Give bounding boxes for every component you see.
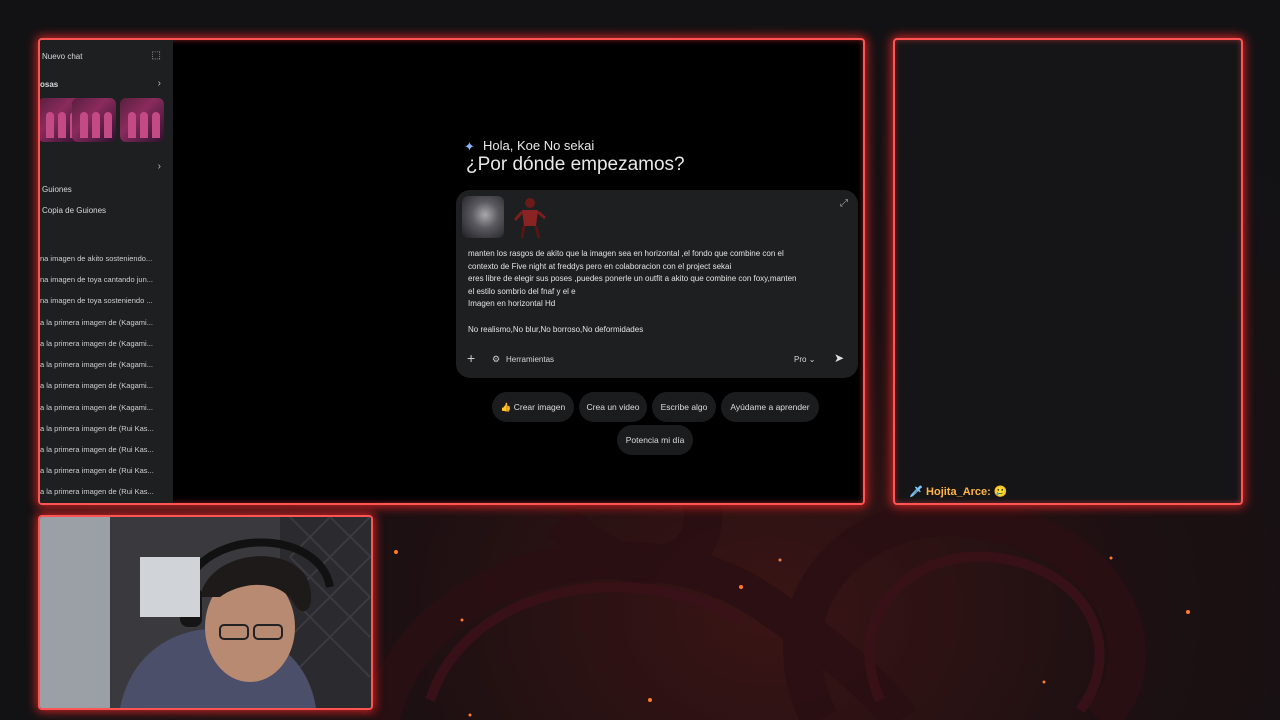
chevron-right-icon[interactable]: › bbox=[158, 78, 161, 89]
history-item[interactable]: a la primera imagen de (Rui Kas... bbox=[40, 487, 170, 496]
section-label: osas bbox=[40, 80, 59, 89]
chevron-right-icon[interactable]: › bbox=[158, 161, 161, 172]
chip-label: Escribe algo bbox=[660, 402, 708, 412]
history-item[interactable]: a la primera imagen de (Rui Kas... bbox=[40, 466, 170, 475]
chip-label: Ayúdame a aprender bbox=[730, 402, 810, 412]
screen-capture-frame: Nuevo chat ⬚ osas › › Guiones Copia de G… bbox=[38, 38, 865, 505]
image-thumbnail[interactable] bbox=[120, 98, 164, 142]
history-item[interactable]: a la primera imagen de (Kagami... bbox=[40, 318, 170, 327]
history-item[interactable]: na imagen de akito sosteniendo... bbox=[40, 254, 170, 263]
chip-boost-day[interactable]: Potencia mi día bbox=[617, 425, 693, 455]
prompt-line: No realismo,No blur,No borroso,No deform… bbox=[468, 324, 644, 334]
chevron-down-icon: ⌄ bbox=[808, 355, 816, 364]
gemini-sparkle-icon: ✦ bbox=[464, 139, 475, 154]
chip-label: Crea un video bbox=[586, 402, 640, 412]
thumbs-up-icon: 👍 bbox=[500, 401, 512, 412]
gem-item[interactable]: Guiones bbox=[42, 185, 72, 194]
attached-image[interactable] bbox=[512, 194, 548, 240]
chip-label: Potencia mi día bbox=[625, 435, 685, 445]
tools-icon[interactable]: ⚙ bbox=[492, 354, 500, 365]
history-item[interactable]: na imagen de toya sosteniendo ... bbox=[40, 296, 170, 305]
history-item[interactable]: a la primera imagen de (Kagami... bbox=[40, 360, 170, 369]
prompt-line: el estilo sombrio del fnaf y el e bbox=[468, 286, 576, 296]
history-item[interactable]: a la primera imagen de (Kagami... bbox=[40, 403, 170, 412]
history-item[interactable]: a la primera imagen de (Rui Kas... bbox=[40, 445, 170, 454]
tools-button[interactable]: Herramientas bbox=[506, 355, 554, 364]
new-chat-button[interactable]: Nuevo chat bbox=[42, 52, 82, 61]
chip-create-image[interactable]: 👍 Crear imagen bbox=[492, 392, 574, 422]
prompt-input[interactable]: manten los rasgos de akito que la imagen… bbox=[468, 248, 843, 336]
expand-icon[interactable]: ⤢ bbox=[840, 198, 848, 209]
chip-write[interactable]: Escribe algo bbox=[652, 392, 716, 422]
model-selector[interactable]: Pro ⌄ bbox=[794, 355, 815, 364]
prompt-line: eres libre de elegir sus poses ,puedes p… bbox=[468, 274, 797, 284]
sidebar: Nuevo chat ⬚ osas › › Guiones Copia de G… bbox=[40, 40, 173, 503]
chat-emoji: 🥲 bbox=[993, 486, 1008, 498]
new-chat-icon[interactable]: ⬚ bbox=[152, 50, 161, 61]
chip-learn[interactable]: Ayúdame a aprender bbox=[721, 392, 819, 422]
chip-create-video[interactable]: Crea un video bbox=[579, 392, 647, 422]
prompt-line: contexto de Five night at freddys pero e… bbox=[468, 261, 732, 271]
attached-image[interactable] bbox=[462, 196, 504, 238]
page-title: ¿Por dónde empezamos? bbox=[466, 154, 685, 175]
webcam-feed bbox=[38, 515, 373, 710]
history-item[interactable]: a la primera imagen de (Kagami... bbox=[40, 339, 170, 348]
history-item[interactable]: a la primera imagen de (Kagami... bbox=[40, 381, 170, 390]
history-item[interactable]: na imagen de toya cantando jun... bbox=[40, 275, 170, 284]
sword-icon: 🗡 bbox=[909, 486, 923, 498]
chat-username: Hojita_Arce: bbox=[926, 486, 991, 498]
prompt-composer[interactable]: ⤢ manten los rasgos de akito que la imag… bbox=[456, 190, 858, 378]
chat-message: 🗡 Hojita_Arce: 🥲 bbox=[909, 485, 1008, 498]
stream-chat-panel: 🗡 Hojita_Arce: 🥲 bbox=[893, 38, 1243, 505]
prompt-line: Imagen en horizontal Hd bbox=[468, 299, 556, 309]
history-item[interactable]: a la primera imagen de (Rui Kas... bbox=[40, 424, 170, 433]
prompt-line bbox=[468, 311, 843, 324]
prompt-line: manten los rasgos de akito que la imagen… bbox=[468, 249, 784, 258]
chip-label: Crear imagen bbox=[513, 402, 566, 412]
image-thumbnail[interactable] bbox=[72, 98, 116, 142]
greeting: Hola, Koe No sekai bbox=[483, 138, 595, 153]
webcam-image bbox=[40, 517, 371, 708]
gem-item[interactable]: Copia de Guiones bbox=[42, 206, 106, 215]
model-label: Pro bbox=[794, 355, 807, 364]
plus-icon[interactable]: + bbox=[467, 350, 475, 366]
send-icon[interactable]: ➤ bbox=[834, 351, 844, 365]
